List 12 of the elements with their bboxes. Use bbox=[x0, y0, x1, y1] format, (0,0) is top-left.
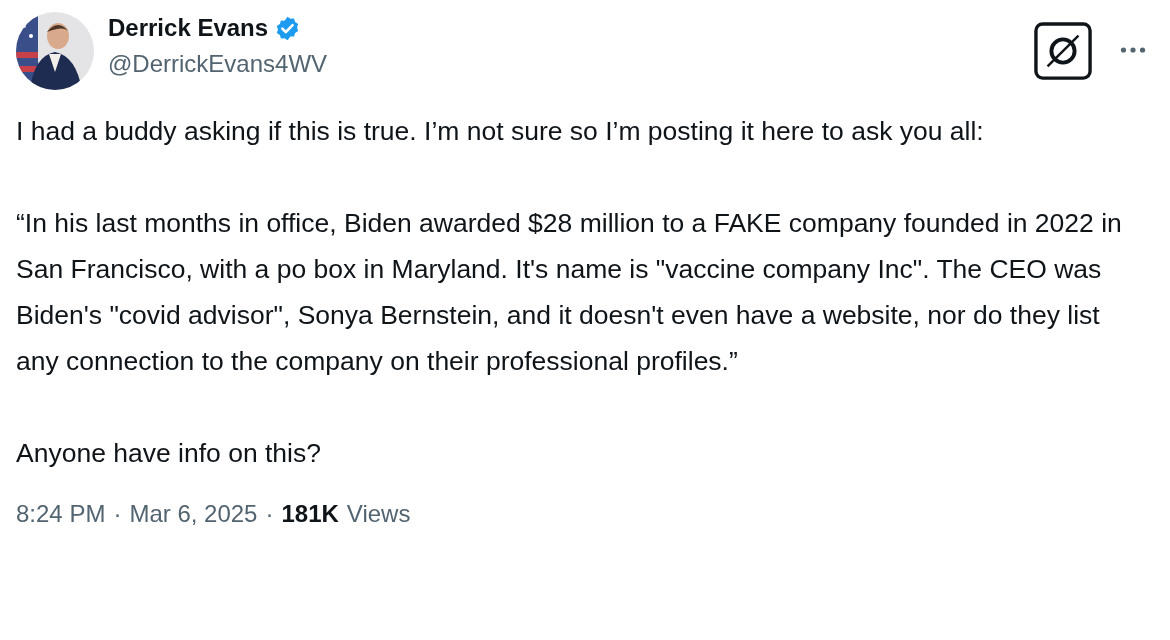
author-name[interactable]: Derrick Evans bbox=[108, 14, 269, 42]
view-count: 181K bbox=[281, 500, 339, 528]
tweet-meta: Views bbox=[346, 500, 411, 528]
tweet-text: “In his last months in office, Biden awarded $28 million to a FAKE company founded in 2022 in San Francisco, with a po box in Maryland. It's name is "vaccine company Inc". The CEO was Biden's "covid advisor", Sonya Bernstein, and it doesn't even have a website, nor do they list any connection to the company on their professional profiles.” bbox=[16, 207, 1123, 378]
author-handle[interactable]: @DerrickEvans4WV bbox=[108, 50, 328, 78]
tweet-meta: · bbox=[265, 500, 274, 528]
more-icon[interactable] bbox=[1120, 46, 1146, 54]
tweet-meta: Mar 6, 2025 bbox=[129, 500, 258, 528]
tweet-meta: · bbox=[113, 500, 122, 528]
tweet-text: Anyone have info on this? bbox=[16, 437, 322, 470]
tweet-text: I had a buddy asking if this is true. I’m not sure so I’m posting it here to ask you all: bbox=[16, 115, 985, 148]
tweet-meta: 8:24 PM bbox=[16, 500, 106, 528]
